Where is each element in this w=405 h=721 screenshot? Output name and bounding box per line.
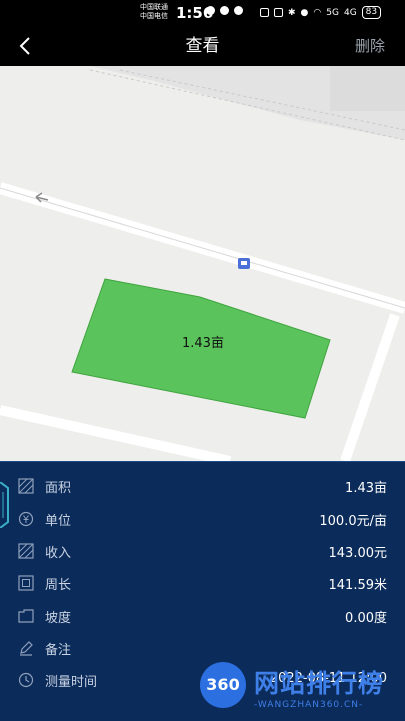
measure-time-label: 测量时间 [45, 675, 98, 690]
perimeter-value: 141.59米 [328, 578, 388, 593]
area-label: 面积 [45, 481, 72, 496]
page-title: 查看 [185, 36, 220, 56]
currency-icon [18, 511, 34, 527]
notification-icon [220, 6, 229, 15]
chat-icon [206, 6, 215, 15]
detail-row-perimeter: 周长 141.59米 [0, 567, 405, 599]
income-icon [18, 543, 34, 559]
silent-icon [274, 8, 283, 17]
location-icon: ● [300, 7, 309, 18]
watermark-logo: 360 [200, 662, 246, 708]
detail-row-unit: 单位 100.0元/亩 [0, 503, 405, 535]
detail-row-slope: 坡度 0.00度 [0, 600, 405, 632]
map-canvas [0, 66, 405, 461]
slope-value: 0.00度 [345, 611, 387, 626]
carrier-1: 中国联通 [140, 3, 168, 11]
perimeter-icon [18, 575, 34, 591]
signal-1-label: 5G [326, 7, 339, 18]
app-icon [234, 6, 243, 15]
app-bar: 查看 删除 [0, 26, 405, 66]
watermark: 360 网站排行榜 -WANGZHAN360.CN- [200, 660, 405, 720]
system-icons: ✱ ● ◠ 5G 4G 83 [260, 6, 382, 19]
battery-indicator: 83 [361, 6, 382, 19]
delete-button[interactable]: 删除 [355, 36, 385, 56]
income-value: 143.00元 [328, 546, 388, 561]
watermark-subtitle: -WANGZHAN360.CN- [254, 700, 364, 710]
income-label: 收入 [45, 546, 72, 561]
area-icon [18, 478, 34, 494]
bluetooth-icon: ✱ [288, 7, 296, 18]
wifi-icon: ◠ [313, 7, 322, 18]
clock-icon [18, 672, 34, 688]
detail-row-area: 面积 1.43亩 [0, 470, 405, 502]
carrier-2: 中国电信 [140, 12, 168, 20]
watermark-title: 网站排行榜 [254, 669, 385, 698]
map-view[interactable]: 1.43亩 [0, 66, 405, 461]
note-label: 备注 [45, 643, 72, 658]
unit-label: 单位 [45, 514, 72, 529]
plot-area-label: 1.43亩 [182, 336, 224, 351]
area-value: 1.43亩 [345, 481, 387, 496]
unit-value: 100.0元/亩 [319, 514, 387, 529]
detail-row-income: 收入 143.00元 [0, 535, 405, 567]
perimeter-label: 周长 [45, 578, 72, 593]
note-icon [20, 641, 33, 656]
notification-icons [206, 6, 243, 15]
slope-icon [18, 609, 34, 623]
nfc-icon [260, 8, 269, 17]
status-bar: 中国联通 中国电信 1:56 ✱ ● ◠ 5G 4G 83 [0, 0, 405, 26]
signal-2-label: 4G [343, 7, 357, 18]
slope-label: 坡度 [45, 611, 72, 626]
carrier-info: 中国联通 中国电信 [140, 3, 168, 21]
